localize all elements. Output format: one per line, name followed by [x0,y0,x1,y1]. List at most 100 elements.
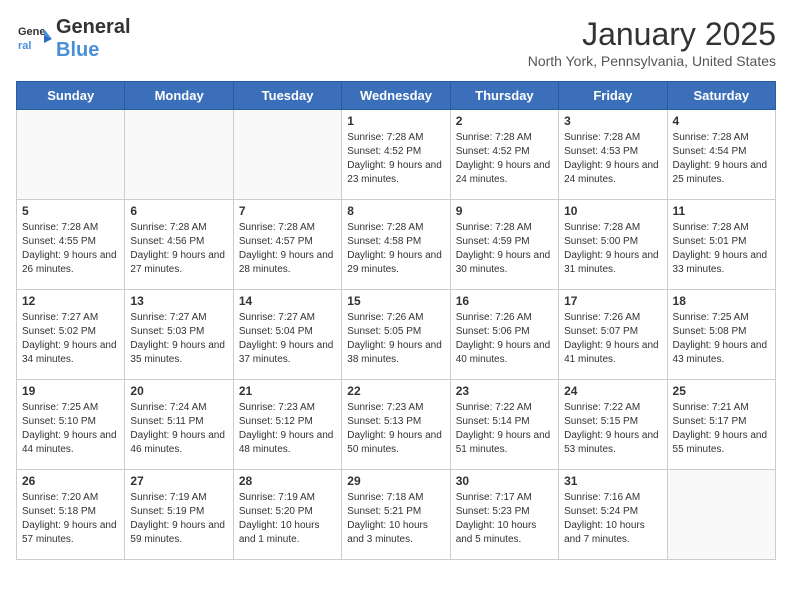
day-number: 7 [239,204,336,218]
calendar-cell: 15 Sunrise: 7:26 AM Sunset: 5:05 PM Dayli… [342,290,450,380]
day-info: Sunrise: 7:28 AM Sunset: 4:54 PM Dayligh… [673,131,770,187]
title-area: January 2025 North York, Pennsylvania, U… [528,16,776,69]
calendar-week-row: 26Sunrise: 7:20 AM Sunset: 5:18 PM Dayli… [17,470,776,560]
calendar-cell: 26Sunrise: 7:20 AM Sunset: 5:18 PM Dayli… [17,470,125,560]
day-info: Sunrise: 7:27 AM Sunset: 5:02 PM Dayligh… [22,311,119,367]
calendar-cell: 22 Sunrise: 7:23 AM Sunset: 5:13 PM Dayli… [342,380,450,470]
location-title: North York, Pennsylvania, United States [528,53,776,69]
day-number: 24 [564,384,661,398]
calendar-cell: 2 Sunrise: 7:28 AM Sunset: 4:52 PM Daylig… [450,110,558,200]
calendar-cell: 4 Sunrise: 7:28 AM Sunset: 4:54 PM Daylig… [667,110,775,200]
day-number: 18 [673,294,770,308]
day-info: Sunrise: 7:23 AM Sunset: 5:12 PM Dayligh… [239,401,336,457]
day-info: Sunrise: 7:23 AM Sunset: 5:13 PM Dayligh… [347,401,444,457]
day-info: Sunrise: 7:22 AM Sunset: 5:14 PM Dayligh… [456,401,553,457]
weekday-header-cell: Friday [559,82,667,110]
calendar-cell: 19Sunrise: 7:25 AM Sunset: 5:10 PM Dayli… [17,380,125,470]
day-number: 30 [456,474,553,488]
day-info: Sunrise: 7:28 AM Sunset: 4:58 PM Dayligh… [347,221,444,277]
day-number: 22 [347,384,444,398]
day-number: 1 [347,114,444,128]
weekday-header-cell: Wednesday [342,82,450,110]
day-info: Sunrise: 7:25 AM Sunset: 5:10 PM Dayligh… [22,401,119,457]
day-number: 14 [239,294,336,308]
day-number: 13 [130,294,227,308]
day-number: 21 [239,384,336,398]
day-info: Sunrise: 7:27 AM Sunset: 5:04 PM Dayligh… [239,311,336,367]
calendar-cell: 17 Sunrise: 7:26 AM Sunset: 5:07 PM Dayli… [559,290,667,380]
day-number: 5 [22,204,119,218]
day-info: Sunrise: 7:26 AM Sunset: 5:06 PM Dayligh… [456,311,553,367]
calendar-table: SundayMondayTuesdayWednesdayThursdayFrid… [16,81,776,560]
day-number: 16 [456,294,553,308]
weekday-header-cell: Thursday [450,82,558,110]
day-number: 3 [564,114,661,128]
day-info: Sunrise: 7:28 AM Sunset: 5:01 PM Dayligh… [673,221,770,277]
day-info: Sunrise: 7:26 AM Sunset: 5:07 PM Dayligh… [564,311,661,367]
day-number: 6 [130,204,227,218]
calendar-cell [667,470,775,560]
day-number: 17 [564,294,661,308]
calendar-cell: 31 Sunrise: 7:16 AM Sunset: 5:24 PM Dayli… [559,470,667,560]
day-info: Sunrise: 7:17 AM Sunset: 5:23 PM Dayligh… [456,491,553,547]
day-number: 2 [456,114,553,128]
day-info: Sunrise: 7:28 AM Sunset: 4:52 PM Dayligh… [347,131,444,187]
calendar-cell: 5 Sunrise: 7:28 AM Sunset: 4:55 PM Daylig… [17,200,125,290]
day-info: Sunrise: 7:16 AM Sunset: 5:24 PM Dayligh… [564,491,661,547]
month-title: January 2025 [528,16,776,53]
calendar-cell: 20 Sunrise: 7:24 AM Sunset: 5:11 PM Dayli… [125,380,233,470]
day-info: Sunrise: 7:19 AM Sunset: 5:19 PM Dayligh… [130,491,227,547]
calendar-cell: 14 Sunrise: 7:27 AM Sunset: 5:04 PM Dayli… [233,290,341,380]
svg-text:ral: ral [18,40,31,52]
weekday-header-row: SundayMondayTuesdayWednesdayThursdayFrid… [17,82,776,110]
calendar-cell: 13 Sunrise: 7:27 AM Sunset: 5:03 PM Dayli… [125,290,233,380]
day-info: Sunrise: 7:28 AM Sunset: 4:53 PM Dayligh… [564,131,661,187]
day-info: Sunrise: 7:26 AM Sunset: 5:05 PM Dayligh… [347,311,444,367]
day-number: 31 [564,474,661,488]
calendar-week-row: 5 Sunrise: 7:28 AM Sunset: 4:55 PM Daylig… [17,200,776,290]
calendar-cell: 11 Sunrise: 7:28 AM Sunset: 5:01 PM Dayli… [667,200,775,290]
header: Gene ral General Blue January 2025 North… [16,16,776,69]
day-number: 11 [673,204,770,218]
calendar-cell: 21 Sunrise: 7:23 AM Sunset: 5:12 PM Dayli… [233,380,341,470]
calendar-cell [125,110,233,200]
calendar-cell [233,110,341,200]
calendar-cell: 10Sunrise: 7:28 AM Sunset: 5:00 PM Dayli… [559,200,667,290]
weekday-header-cell: Sunday [17,82,125,110]
calendar-cell [17,110,125,200]
calendar-cell: 25Sunrise: 7:21 AM Sunset: 5:17 PM Dayli… [667,380,775,470]
logo: Gene ral General Blue [16,16,131,62]
day-info: Sunrise: 7:25 AM Sunset: 5:08 PM Dayligh… [673,311,770,367]
calendar-cell: 28 Sunrise: 7:19 AM Sunset: 5:20 PM Dayli… [233,470,341,560]
calendar-cell: 27 Sunrise: 7:19 AM Sunset: 5:19 PM Dayli… [125,470,233,560]
day-number: 27 [130,474,227,488]
logo-text-general: Gene [56,16,106,38]
calendar-cell: 24 Sunrise: 7:22 AM Sunset: 5:15 PM Dayli… [559,380,667,470]
svg-text:Gene: Gene [18,26,46,38]
day-number: 23 [456,384,553,398]
calendar-cell: 6 Sunrise: 7:28 AM Sunset: 4:56 PM Daylig… [125,200,233,290]
day-info: Sunrise: 7:19 AM Sunset: 5:20 PM Dayligh… [239,491,336,547]
day-info: Sunrise: 7:28 AM Sunset: 4:59 PM Dayligh… [456,221,553,277]
day-info: Sunrise: 7:28 AM Sunset: 4:55 PM Dayligh… [22,221,119,277]
calendar-cell: 29Sunrise: 7:18 AM Sunset: 5:21 PM Dayli… [342,470,450,560]
calendar-cell: 1 Sunrise: 7:28 AM Sunset: 4:52 PM Daylig… [342,110,450,200]
day-number: 28 [239,474,336,488]
day-number: 4 [673,114,770,128]
day-info: Sunrise: 7:24 AM Sunset: 5:11 PM Dayligh… [130,401,227,457]
day-number: 10 [564,204,661,218]
calendar-cell: 9Sunrise: 7:28 AM Sunset: 4:59 PM Daylig… [450,200,558,290]
day-info: Sunrise: 7:20 AM Sunset: 5:18 PM Dayligh… [22,491,119,547]
day-number: 29 [347,474,444,488]
day-info: Sunrise: 7:28 AM Sunset: 4:52 PM Dayligh… [456,131,553,187]
calendar-cell: 23 Sunrise: 7:22 AM Sunset: 5:14 PM Dayli… [450,380,558,470]
day-number: 12 [22,294,119,308]
day-info: Sunrise: 7:22 AM Sunset: 5:15 PM Dayligh… [564,401,661,457]
day-number: 25 [673,384,770,398]
day-info: Sunrise: 7:28 AM Sunset: 4:56 PM Dayligh… [130,221,227,277]
day-number: 15 [347,294,444,308]
day-number: 20 [130,384,227,398]
calendar-body: 1 Sunrise: 7:28 AM Sunset: 4:52 PM Daylig… [17,110,776,560]
weekday-header-cell: Saturday [667,82,775,110]
day-info: Sunrise: 7:27 AM Sunset: 5:03 PM Dayligh… [130,311,227,367]
